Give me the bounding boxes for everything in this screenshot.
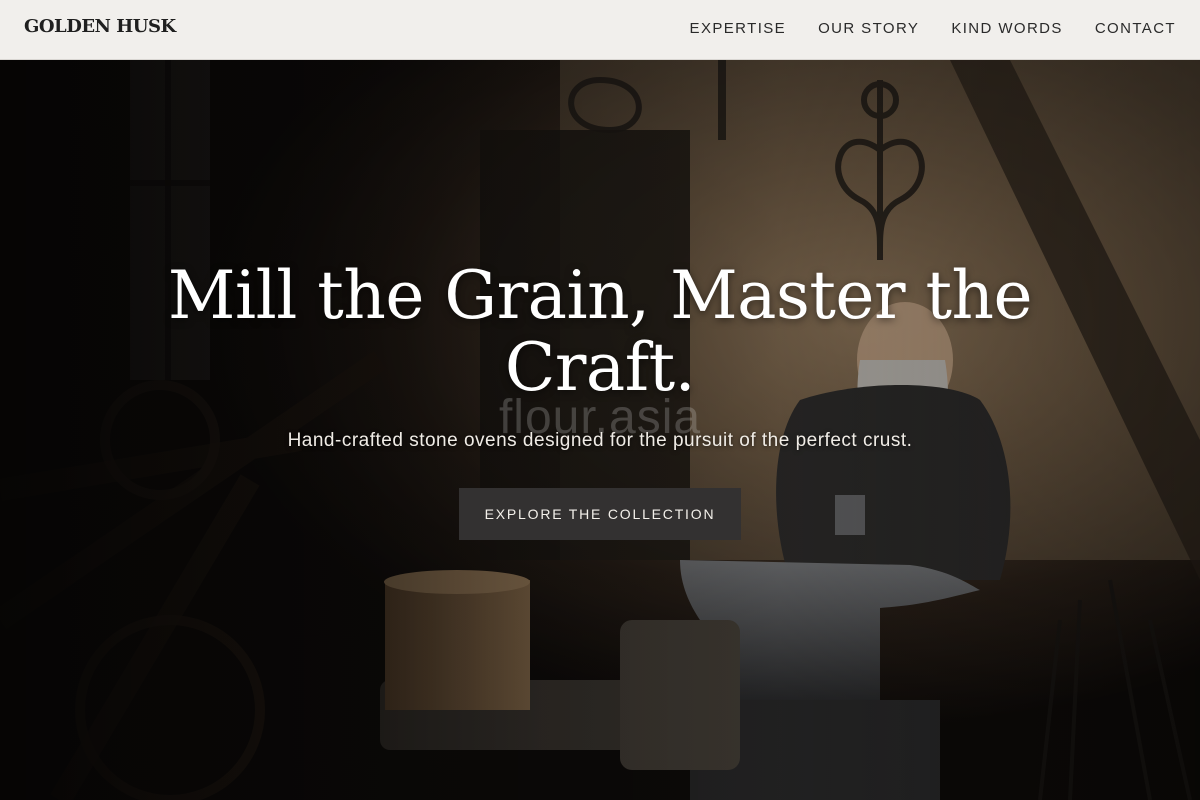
main-nav: EXPERTISE OUR STORY KIND WORDS CONTACT [690,20,1176,37]
explore-collection-button[interactable]: EXPLORE THE COLLECTION [459,488,741,540]
top-navbar: GOLDEN HUSK EXPERTISE OUR STORY KIND WOR… [0,0,1200,60]
hero-content: Mill the Grain, Master the Craft. [0,260,1200,404]
nav-link-kind-words[interactable]: KIND WORDS [951,20,1063,37]
nav-link-expertise[interactable]: EXPERTISE [690,20,787,37]
hero-title: Mill the Grain, Master the Craft. [167,257,1033,406]
hero-section: Mill the Grain, Master the Craft. flour.… [0,60,1200,800]
nav-link-our-story[interactable]: OUR STORY [818,20,919,37]
hero-subtitle: Hand-crafted stone ovens designed for th… [287,430,913,451]
nav-link-contact[interactable]: CONTACT [1095,20,1176,37]
brand-logo[interactable]: GOLDEN HUSK [24,16,176,37]
